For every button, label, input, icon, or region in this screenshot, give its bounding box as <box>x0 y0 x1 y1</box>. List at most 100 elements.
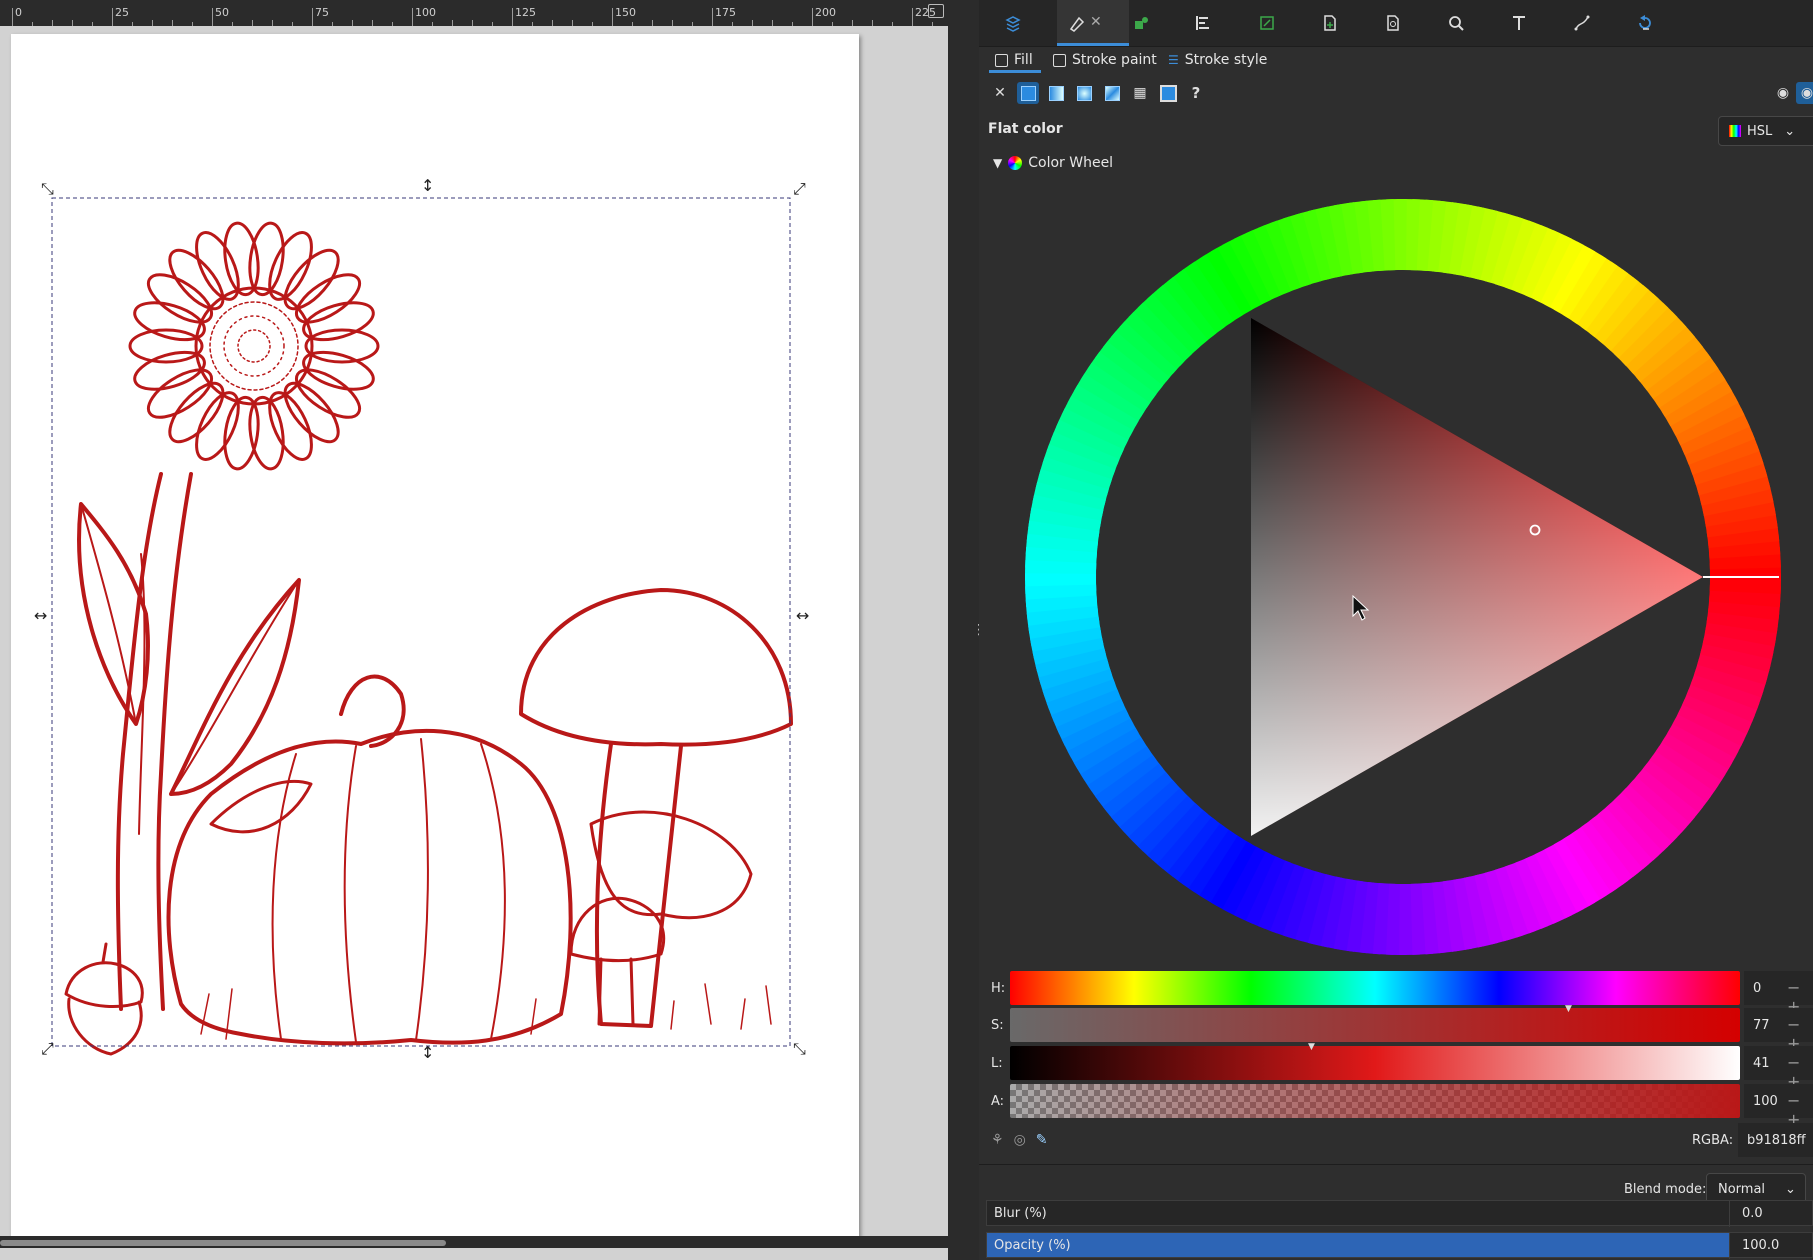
close-tab-icon[interactable]: ✕ <box>1090 14 1102 30</box>
opacity-spinbutton[interactable]: Opacity (%) 100.0 <box>986 1232 1813 1259</box>
color-managed-icon[interactable]: ⚘ <box>991 1132 1004 1148</box>
export-icon[interactable] <box>1253 9 1281 37</box>
scale-handle-s: ↕ <box>421 1043 434 1062</box>
mushroom-large[interactable] <box>519 588 793 1028</box>
tab-fill[interactable]: Fill <box>995 52 1033 68</box>
text-icon[interactable] <box>1505 9 1533 37</box>
scale-handle-n: ↕ <box>421 176 434 195</box>
hue-slider-row: H: 0 −+ <box>979 971 1813 1016</box>
sunflower[interactable] <box>128 221 380 471</box>
mushroom-small[interactable] <box>569 896 666 1026</box>
ruler-label: 150 <box>615 6 636 19</box>
hue-value-field[interactable]: 0 −+ <box>1744 971 1813 1016</box>
hue-slider[interactable] <box>1010 971 1740 1005</box>
sunflower-petal <box>248 395 285 471</box>
sunflower-petal <box>248 221 285 297</box>
canvas-area[interactable]: ⤡ ↕ ⤢ ↔ ↔ ⤢ ↕ ⤡ <box>0 26 948 1248</box>
lightness-marker-icon[interactable]: ▼ <box>1308 1042 1315 1052</box>
blur-separator <box>1729 1201 1730 1227</box>
saturation-marker-icon[interactable]: ▼ <box>1565 1004 1572 1014</box>
sunflower-petal <box>295 273 362 324</box>
undo-history-icon[interactable] <box>1631 9 1659 37</box>
sunflower-stem[interactable] <box>115 472 193 1011</box>
artwork-drawing[interactable]: ⤡ ↕ ⤢ ↔ ↔ ⤢ ↕ ⤡ <box>11 34 859 1237</box>
eyedropper-icon[interactable]: ✎ <box>1036 1132 1048 1148</box>
fill-stroke-icon[interactable] <box>1063 9 1091 37</box>
color-wheel[interactable] <box>979 170 1813 970</box>
tab-stroke-paint-label: Stroke paint <box>1072 52 1157 68</box>
ruler-label: 0 <box>15 6 22 19</box>
selection-handles[interactable]: ⤡ ↕ ⤢ ↔ ↔ ⤢ ↕ ⤡ <box>34 176 809 1062</box>
opacity-fill-bar <box>987 1233 1729 1257</box>
saturation-slider-label: S: <box>991 1018 1004 1033</box>
tab-stroke-style[interactable]: ☰ Stroke style <box>1168 52 1267 68</box>
flat-color-icon[interactable] <box>1017 82 1039 104</box>
ruler-major-tick <box>512 8 513 26</box>
out-of-gamut-icon[interactable]: ◎ <box>1014 1132 1026 1148</box>
alpha-slider[interactable] <box>1010 1084 1740 1118</box>
acorn[interactable] <box>64 942 144 1056</box>
color-wheel-expander[interactable]: ▼ Color Wheel <box>993 155 1113 171</box>
pattern-icon[interactable]: ▦ <box>1129 82 1151 104</box>
fill-rule-evenodd-icon[interactable]: ◉ <box>1772 82 1794 104</box>
scale-handle-se: ⤡ <box>793 1039 806 1058</box>
lightness-value-field[interactable]: 41 −+ <box>1744 1046 1813 1091</box>
lightness-slider-label: L: <box>991 1056 1003 1071</box>
saturation-value: 77 <box>1753 1017 1770 1033</box>
color-mode-select[interactable]: HSL ⌄ <box>1718 116 1813 146</box>
pumpkin[interactable] <box>166 674 573 1046</box>
chevron-down-icon: ▼ <box>993 156 1003 170</box>
ruler-major-tick <box>712 8 713 26</box>
document-page[interactable]: ⤡ ↕ ⤢ ↔ ↔ ⤢ ↕ ⤡ <box>11 34 859 1237</box>
horizontal-scrollbar[interactable] <box>0 1240 446 1246</box>
fill-rule-nonzero-icon[interactable]: ◉ <box>1796 82 1813 104</box>
horizontal-scrollbar-track[interactable] <box>0 1236 948 1248</box>
sunflower-petal <box>146 273 213 324</box>
sunflower-petal <box>268 391 313 461</box>
saturation-slider[interactable] <box>1010 1008 1740 1042</box>
tab-fill-label: Fill <box>1014 52 1033 68</box>
sunflower-petal <box>195 231 240 301</box>
layers-icon[interactable] <box>999 9 1027 37</box>
symbols-icon[interactable] <box>1379 9 1407 37</box>
align-icon[interactable] <box>1189 9 1217 37</box>
saturation-lightness-triangle[interactable] <box>1251 318 1703 836</box>
chevron-down-icon: ⌄ <box>1784 123 1796 139</box>
rgba-value: b91818ff <box>1747 1132 1806 1148</box>
linear-gradient-icon[interactable] <box>1045 82 1067 104</box>
rgba-label: RGBA: <box>1692 1133 1734 1148</box>
tab-stroke-paint[interactable]: Stroke paint <box>1053 52 1157 68</box>
scale-handle-e: ↔ <box>796 606 809 625</box>
scale-handle-sw: ⤢ <box>41 1039 54 1058</box>
sunflower-petal <box>268 231 313 301</box>
color-mode-label: HSL <box>1747 123 1773 139</box>
ruler-major-tick <box>312 8 313 26</box>
tab-stroke-style-label: Stroke style <box>1184 52 1268 68</box>
unset-paint-icon[interactable]: ? <box>1185 82 1207 104</box>
lightness-slider[interactable] <box>1010 1046 1740 1080</box>
rgba-field[interactable]: b91818ff <box>1738 1123 1813 1157</box>
mesh-gradient-icon[interactable] <box>1101 82 1123 104</box>
blur-label: Blur (%) <box>994 1206 1047 1221</box>
selection-bbox <box>51 197 791 1047</box>
path-effects-icon[interactable] <box>1568 9 1596 37</box>
leaf-right[interactable] <box>169 578 301 796</box>
blur-spinbutton[interactable]: Blur (%) 0.0 <box>986 1200 1813 1227</box>
saturation-value-field[interactable]: 77 −+ <box>1744 1008 1813 1053</box>
radial-gradient-icon[interactable] <box>1073 82 1095 104</box>
ruler-label: 25 <box>115 6 129 19</box>
ruler-major-tick <box>112 8 113 26</box>
ruler-major-tick <box>812 8 813 26</box>
swatch-icon[interactable] <box>1157 82 1179 104</box>
object-icon[interactable] <box>1127 9 1155 37</box>
alpha-value-field[interactable]: 100 −+ <box>1744 1084 1813 1129</box>
ruler-label: 75 <box>315 6 329 19</box>
no-paint-icon[interactable]: ✕ <box>989 82 1011 104</box>
hue-value: 0 <box>1753 980 1762 996</box>
document-properties-icon[interactable] <box>1316 9 1344 37</box>
opacity-separator <box>1729 1233 1730 1259</box>
fill-stroke-subtabs: Fill Stroke paint ☰ Stroke style <box>979 46 1813 74</box>
search-icon[interactable] <box>1442 9 1470 37</box>
hue-slider-label: H: <box>991 981 1006 996</box>
display-mode-icon[interactable] <box>928 4 944 18</box>
